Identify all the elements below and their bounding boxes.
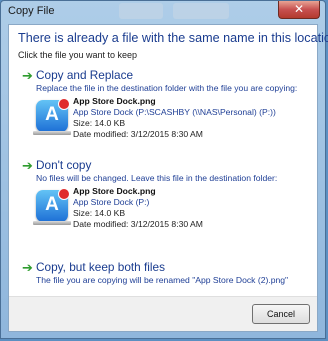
option-keep-both-files[interactable]: ➔ Copy, but keep both files The file you… bbox=[22, 260, 312, 290]
option-description: The file you are copying will be renamed… bbox=[36, 275, 289, 285]
green-arrow-icon: ➔ bbox=[22, 158, 33, 173]
background-tab bbox=[119, 3, 163, 19]
copy-file-dialog: Copy File ✕ There is already a file with… bbox=[0, 0, 328, 339]
file-location: App Store Dock (P:) bbox=[73, 197, 150, 207]
file-size: Size: 14.0 KB bbox=[73, 118, 126, 128]
window-title: Copy File bbox=[8, 5, 55, 17]
dialog-subheading: Click the file you want to keep bbox=[18, 50, 138, 60]
option-title: Copy and Replace bbox=[36, 68, 134, 82]
file-name: App Store Dock.png bbox=[73, 186, 156, 196]
file-date-modified: Date modified: 3/12/2015 8:30 AM bbox=[73, 129, 203, 139]
green-arrow-icon: ➔ bbox=[22, 68, 33, 83]
cancel-button[interactable]: Cancel bbox=[252, 304, 310, 324]
dialog-heading: There is already a file with the same na… bbox=[18, 31, 328, 45]
title-bar[interactable]: Copy File ✕ bbox=[1, 1, 325, 23]
background-tab bbox=[173, 3, 229, 19]
option-dont-copy[interactable]: ➔ Don't copy No files will be changed. L… bbox=[22, 158, 312, 238]
green-arrow-icon: ➔ bbox=[22, 260, 33, 275]
option-description: Replace the file in the destination fold… bbox=[36, 83, 298, 93]
dock-shelf-icon bbox=[33, 131, 71, 135]
dock-shelf-icon bbox=[33, 221, 71, 225]
file-location: App Store Dock (P:\SCASHBY (\\NAS\Person… bbox=[73, 107, 276, 117]
file-info: A App Store Dock.png App Store Dock (P:)… bbox=[33, 186, 296, 234]
option-title: Copy, but keep both files bbox=[36, 260, 165, 274]
close-icon: ✕ bbox=[293, 2, 305, 16]
app-store-icon: A bbox=[36, 188, 70, 222]
file-info: A App Store Dock.png App Store Dock (P:\… bbox=[33, 96, 296, 144]
dialog-footer: Cancel bbox=[9, 296, 317, 331]
file-size: Size: 14.0 KB bbox=[73, 208, 126, 218]
option-title: Don't copy bbox=[36, 158, 92, 172]
dialog-content: There is already a file with the same na… bbox=[8, 24, 328, 332]
option-copy-and-replace[interactable]: ➔ Copy and Replace Replace the file in t… bbox=[22, 68, 312, 148]
app-store-icon: A bbox=[36, 98, 70, 132]
option-description: No files will be changed. Leave this fil… bbox=[36, 173, 278, 183]
file-date-modified: Date modified: 3/12/2015 8:30 AM bbox=[73, 219, 203, 229]
close-button[interactable]: ✕ bbox=[278, 1, 320, 19]
file-name: App Store Dock.png bbox=[73, 96, 156, 106]
